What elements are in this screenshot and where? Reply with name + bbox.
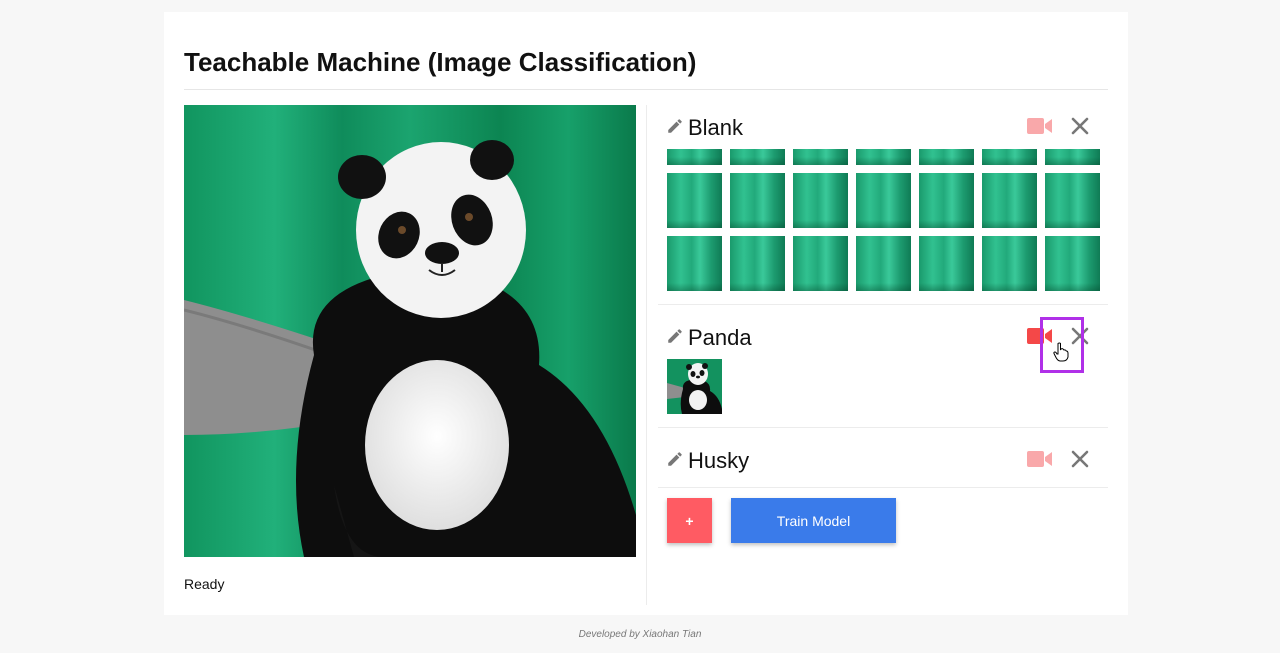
sample-thumbnail: [982, 236, 1037, 291]
sample-thumbnail: [919, 236, 974, 291]
class-header: Husky: [658, 446, 1108, 482]
video-camera-icon[interactable]: [1027, 450, 1053, 468]
class-name[interactable]: Husky: [688, 448, 749, 474]
sample-thumbnail: [667, 173, 722, 228]
sample-thumbnail: [856, 173, 911, 228]
class-name[interactable]: Blank: [688, 115, 743, 141]
sample-thumbnail: [667, 236, 722, 291]
sample-row-clipped: [667, 149, 1107, 165]
pencil-icon[interactable]: [666, 450, 684, 468]
column-divider: [646, 105, 647, 605]
sample-thumbnail: [730, 173, 785, 228]
section-divider: [658, 427, 1108, 428]
webcam-frame-image: [184, 105, 636, 557]
close-icon[interactable]: [1070, 116, 1090, 136]
sample-thumbnail: [793, 236, 848, 291]
panda-sample-thumbnail: [667, 359, 722, 414]
sample-thumbnail: [1045, 236, 1100, 291]
class-card-husky: Husky: [658, 446, 1108, 482]
video-camera-icon[interactable]: [1027, 117, 1053, 135]
class-header: Blank: [658, 113, 1108, 149]
sample-thumbnail: [667, 149, 722, 165]
status-text: Ready: [184, 576, 225, 592]
sample-thumbnail: [856, 236, 911, 291]
main-card: Teachable Machine (Image Classification): [164, 12, 1128, 615]
close-icon[interactable]: [1070, 449, 1090, 469]
section-divider: [658, 487, 1108, 488]
class-card-blank: Blank: [658, 113, 1108, 149]
page-title: Teachable Machine (Image Classification): [184, 47, 697, 77]
sample-thumbnail: [982, 173, 1037, 228]
sample-thumbnail: [919, 149, 974, 165]
sample-thumbnail: [856, 149, 911, 165]
sample-grid-panda: [667, 359, 1100, 414]
sample-thumbnail: [982, 149, 1037, 165]
section-divider: [658, 304, 1108, 305]
title-divider: [184, 89, 1108, 90]
add-class-button[interactable]: +: [667, 498, 712, 543]
sample-thumbnail: [793, 149, 848, 165]
sample-thumbnail: [730, 149, 785, 165]
sample-thumbnail: [919, 173, 974, 228]
pencil-icon[interactable]: [666, 327, 684, 345]
sample-thumbnail: [730, 236, 785, 291]
webcam-preview: [184, 105, 636, 557]
sample-grid-blank: [667, 173, 1100, 291]
sample-thumbnail: [1045, 149, 1100, 165]
sample-thumbnail: [1045, 173, 1100, 228]
footer-credit: Developed by Xiaohan Tian: [578, 629, 702, 640]
train-model-button[interactable]: Train Model: [731, 498, 896, 543]
pencil-icon[interactable]: [666, 117, 684, 135]
class-name[interactable]: Panda: [688, 325, 752, 351]
hand-cursor-icon: [1053, 342, 1069, 362]
sample-thumbnail: [793, 173, 848, 228]
